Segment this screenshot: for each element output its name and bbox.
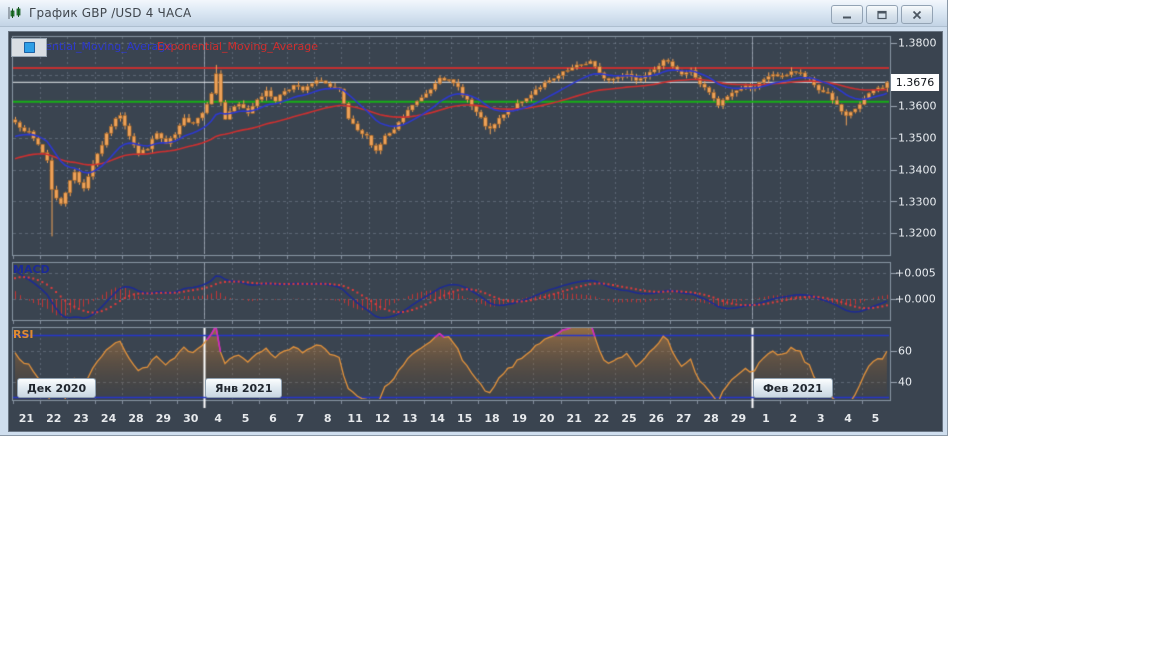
legend-ema-slow: Exponential_Moving_Average [157, 40, 318, 53]
price-tick-label: 1.3400 [898, 163, 937, 177]
candlestick-chart-icon [8, 6, 23, 20]
restore-icon [877, 10, 887, 19]
page-background: { "window": { "title": "График GBP /USD … [0, 0, 1152, 648]
x-axis-label: 15 [456, 412, 473, 425]
x-axis-label: 22 [593, 412, 610, 425]
price-tick-label: 1.3800 [898, 36, 937, 50]
x-axis-label: 8 [323, 412, 332, 425]
rsi-tick-label: 60 [898, 344, 912, 358]
macd-tick-label: +0.000 [895, 292, 936, 306]
x-axis-label: 21 [566, 412, 582, 425]
restore-button[interactable] [866, 5, 898, 24]
x-axis-label: 13 [402, 412, 418, 425]
price-tick-label: 1.3500 [898, 131, 937, 145]
window-title: График GBP /USD 4 ЧАСА [29, 6, 192, 20]
x-axis-label: 11 [347, 412, 363, 425]
month-marker-dec2020: Дек 2020 [17, 378, 97, 398]
x-axis-label: 12 [374, 412, 391, 425]
x-axis-label: 29 [155, 412, 172, 425]
blue-series-button[interactable] [23, 42, 35, 53]
x-axis-label: 6 [269, 412, 277, 425]
x-axis-label: 7 [296, 412, 305, 425]
x-axis-label: 23 [73, 412, 89, 425]
x-axis-label: 18 [484, 412, 500, 425]
x-axis-label: 5 [871, 412, 880, 425]
price-tick-label: 1.3300 [898, 195, 937, 208]
x-axis-label: 22 [46, 412, 62, 425]
x-axis-label: 1 [762, 412, 770, 425]
current-price-badge: 1.3676 [891, 74, 939, 91]
x-axis-label: 20 [539, 412, 555, 425]
window-titlebar[interactable]: График GBP /USD 4 ЧАСА [0, 0, 947, 27]
x-axis-label: 24 [100, 412, 117, 425]
x-axis-label: 19 [511, 412, 528, 425]
minimize-icon [843, 16, 851, 18]
x-axis-label: 2 [789, 412, 798, 425]
price-tick-label: 1.3600 [898, 99, 937, 113]
x-axis-label: 5 [241, 412, 250, 425]
x-axis-label: 28 [703, 412, 719, 425]
x-axis-label: 4 [844, 412, 852, 425]
x-axis-label: 27 [676, 412, 692, 425]
x-axis-label: 29 [730, 412, 747, 425]
price-tick-label: 1.3200 [898, 226, 937, 240]
month-marker-jan2021: Янв 2021 [205, 378, 283, 398]
x-axis-label: 26 [648, 412, 665, 425]
x-axis-label: 28 [128, 412, 144, 425]
x-axis-label: 14 [429, 412, 445, 425]
macd-tick-label: +0.005 [895, 266, 936, 280]
macd-panel-label: MACD [13, 263, 50, 276]
x-axis-label: 30 [183, 412, 199, 425]
rsi-panel-label: RSI [13, 328, 34, 341]
chart-window: График GBP /USD 4 ЧАСА Exponential_Movin… [0, 0, 948, 436]
price-chart-canvas[interactable] [9, 32, 942, 431]
x-axis-label: 21 [18, 412, 35, 425]
x-axis-label: 4 [214, 412, 222, 425]
minimize-button[interactable] [831, 5, 863, 24]
close-button[interactable] [901, 5, 933, 24]
month-marker-feb2021: Фев 2021 [753, 378, 833, 398]
x-axis-label: 3 [816, 412, 825, 425]
rsi-tick-label: 40 [898, 375, 912, 389]
x-axis-label: 25 [621, 412, 637, 425]
series-toggle-box[interactable] [11, 38, 47, 57]
chart-client-area: Exponential_Moving_Average Exponential_M… [8, 31, 943, 432]
close-icon [912, 10, 922, 19]
